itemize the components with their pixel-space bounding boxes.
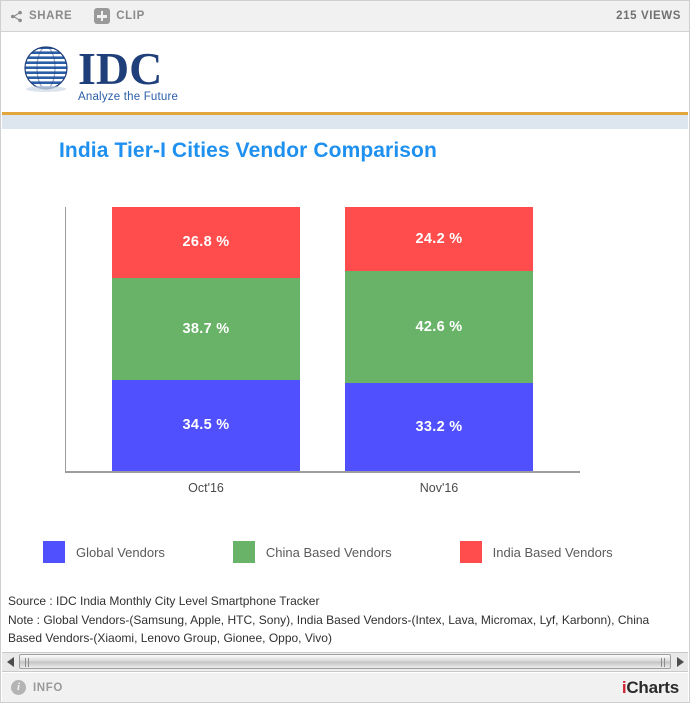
idc-wordmark: IDC Analyze the Future (78, 42, 179, 104)
idc-globe-icon (20, 43, 72, 95)
legend-label: India Based Vendors (492, 544, 613, 560)
icharts-logo-suffix: Charts (626, 677, 679, 697)
idc-logo: IDC Analyze the Future (20, 43, 178, 103)
scroll-right-button[interactable] (671, 653, 688, 671)
bar-segment-global: 33.2 % (345, 383, 533, 471)
plus-square-icon (94, 8, 111, 24)
legend-swatch-icon (43, 541, 65, 563)
legend-label: China Based Vendors (265, 544, 392, 560)
y-axis-line (65, 207, 66, 472)
stacked-bar-chart: 26.8 % 38.7 % 34.5 % Oct'16 24.2 % 42.6 … (2, 129, 688, 589)
x-axis-line (65, 471, 580, 473)
bar-column: 26.8 % 38.7 % 34.5 % (112, 207, 300, 471)
bar-segment-global: 34.5 % (112, 379, 300, 471)
triangle-right-icon (676, 657, 684, 667)
source-note: Source : IDC India Monthly City Level Sm… (8, 594, 320, 608)
clip-button[interactable]: CLIP (94, 8, 145, 24)
view-count: 215 VIEWS (616, 10, 681, 22)
horizontal-scrollbar[interactable] (2, 652, 688, 672)
legend-label: Global Vendors (76, 544, 165, 560)
vendor-note: Note : Global Vendors-(Samsung, Apple, H… (8, 612, 650, 646)
icharts-logo[interactable]: iCharts (622, 678, 679, 698)
legend-swatch-icon (459, 541, 482, 563)
scroll-left-button[interactable] (2, 653, 19, 671)
chart-legend: Global Vendors China Based Vendors India… (2, 541, 688, 563)
scrollbar-track[interactable] (19, 653, 671, 671)
chart-card: India Tier-I Cities Vendor Comparison 26… (2, 129, 688, 589)
ichart-embed-window: SHARE CLIP 215 VIEWS IDC Analyze the Fut… (0, 0, 690, 703)
info-button[interactable]: i INFO (11, 680, 63, 695)
publisher-logo-band: IDC Analyze the Future (2, 33, 688, 113)
info-label: INFO (33, 681, 63, 694)
idc-tagline: Analyze the Future (78, 90, 179, 103)
bar-segment-china-based: 38.7 % (112, 277, 300, 380)
legend-item-global-vendors[interactable]: Global Vendors (43, 541, 165, 563)
triangle-left-icon (6, 657, 14, 667)
legend-item-china-based-vendors[interactable]: China Based Vendors (232, 541, 392, 563)
bar-segment-china-based: 42.6 % (345, 270, 533, 384)
share-label: SHARE (29, 10, 73, 22)
bottom-footer: i INFO iCharts (2, 673, 688, 702)
legend-item-india-based-vendors[interactable]: India Based Vendors (459, 541, 613, 563)
clip-label: CLIP (116, 10, 145, 22)
share-nodes-icon (10, 10, 23, 23)
bar-segment-india-based: 24.2 % (345, 207, 533, 271)
chart-footnotes: Source : IDC India Monthly City Level Sm… (2, 589, 688, 648)
scrollbar-thumb[interactable] (19, 654, 671, 669)
bar-column: 24.2 % 42.6 % 33.2 % (345, 207, 533, 471)
blue-band-divider (2, 115, 688, 129)
x-axis-tick-label: Nov'16 (419, 481, 459, 495)
info-circle-icon: i (11, 680, 26, 695)
idc-name: IDC (78, 42, 163, 94)
share-button[interactable]: SHARE (10, 10, 72, 23)
top-toolbar: SHARE CLIP 215 VIEWS (1, 1, 689, 32)
x-axis-tick-label: Oct'16 (188, 481, 224, 495)
legend-swatch-icon (232, 541, 255, 563)
bar-segment-india-based: 26.8 % (112, 207, 300, 278)
